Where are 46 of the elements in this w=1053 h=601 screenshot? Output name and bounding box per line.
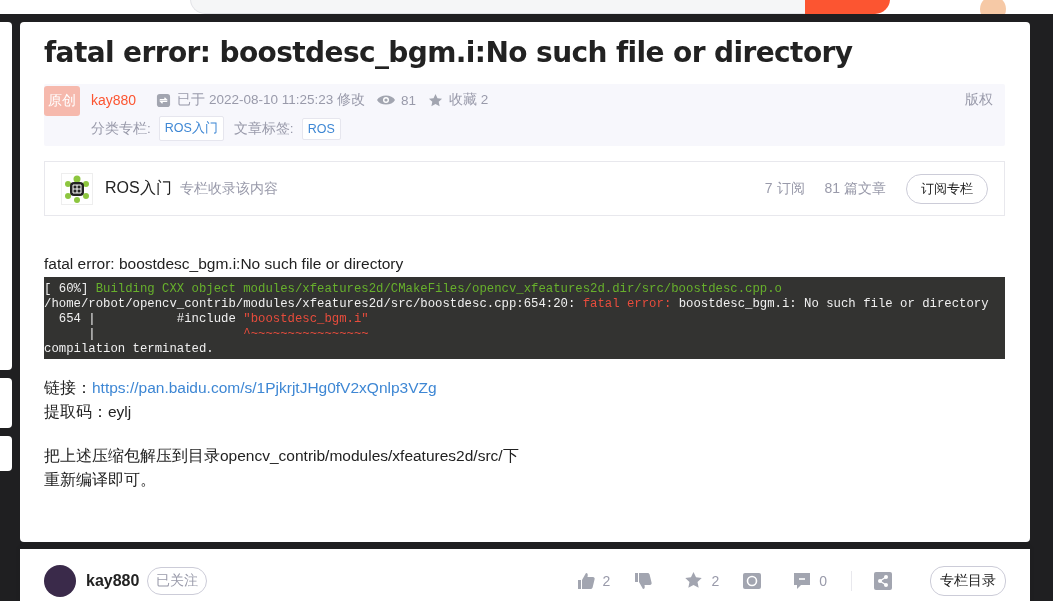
column-name[interactable]: ROS入门 [105, 178, 172, 199]
thumbs-up-icon[interactable] [576, 571, 595, 590]
thumbs-down-icon[interactable] [634, 571, 653, 590]
link-line: 链接：https://pan.baidu.com/s/1PjkrjtJHg0fV2xQnlp3VZg [44, 378, 438, 398]
modified-time: 已于 2022-08-10 11:25:23 修改 [177, 91, 365, 109]
paragraph: 提取码：eylj [44, 402, 133, 422]
download-link[interactable]: https://pan.baidu.com/s/1PjkrjtJHg0fV2xQnlp3VZg [92, 379, 437, 396]
copyright-link[interactable]: 版权 [965, 91, 993, 109]
author-avatar[interactable] [44, 564, 76, 597]
original-badge: 原创 [44, 86, 80, 116]
like-count: 2 [602, 572, 611, 589]
article-tag[interactable]: ROS [301, 117, 341, 140]
eye-icon [377, 94, 395, 106]
favorite-count[interactable]: 收藏 2 [449, 91, 489, 109]
comment-count: 0 [819, 572, 827, 589]
star-icon[interactable] [428, 92, 444, 108]
terminal-line: | ^~~~~~~~~~~~~~~~~ [87, 327, 370, 342]
category-label: 分类专栏: [91, 119, 151, 138]
star-icon[interactable] [684, 571, 704, 590]
subscriber-count: 7 订阅 [764, 179, 805, 198]
view-count: 81 [401, 92, 417, 108]
edit-history-icon [156, 92, 172, 108]
follow-button[interactable]: 已关注 [147, 566, 208, 595]
terminal-line: [ 60%] Building CXX object modules/xfeatures2d/CMakeFiles/opencv_xfeatures2d.dir/src/boostdesc.cpp.o [44, 282, 783, 297]
tag-label: 文章标签: [233, 119, 294, 138]
subscribe-button[interactable]: 订阅专栏 [906, 173, 988, 204]
author-link[interactable]: kay880 [91, 92, 137, 108]
author-name[interactable]: kay880 [86, 571, 140, 590]
paragraph: 把上述压缩包解压到目录opencv_contrib/modules/xfeatures2d/src/下 [44, 446, 520, 466]
article-count: 81 篇文章 [824, 179, 886, 198]
side-panel [0, 378, 12, 428]
terminal-line: 654 | #include "boostdesc_bgm.i" [57, 312, 370, 327]
share-icon[interactable] [874, 571, 892, 590]
terminal-line: /home/robot/opencv_contrib/modules/xfeatures2d/src/boostdesc.cpp:654:20: fatal error: boostdesc_bgm.i: No such file or directory [44, 297, 990, 312]
column-catalog-button[interactable]: 专栏目录 [930, 565, 1006, 596]
category-tag[interactable]: ROS入门 [158, 116, 224, 141]
paragraph: 重新编译即可。 [44, 470, 157, 490]
favorite-count: 2 [711, 572, 720, 589]
turtle-logo-icon [61, 172, 93, 205]
column-note: 专栏收录该内容 [179, 179, 278, 198]
paragraph: fatal error: boostdesc_bgm.i:No such file or directory [44, 254, 405, 274]
side-panel [0, 436, 12, 471]
reward-icon[interactable] [743, 571, 762, 590]
terminal-line: compilation terminated. [44, 342, 215, 357]
comment-icon[interactable] [793, 571, 812, 590]
article-title: fatal error: boostdesc_bgm.i:No such file or directory [44, 36, 854, 70]
